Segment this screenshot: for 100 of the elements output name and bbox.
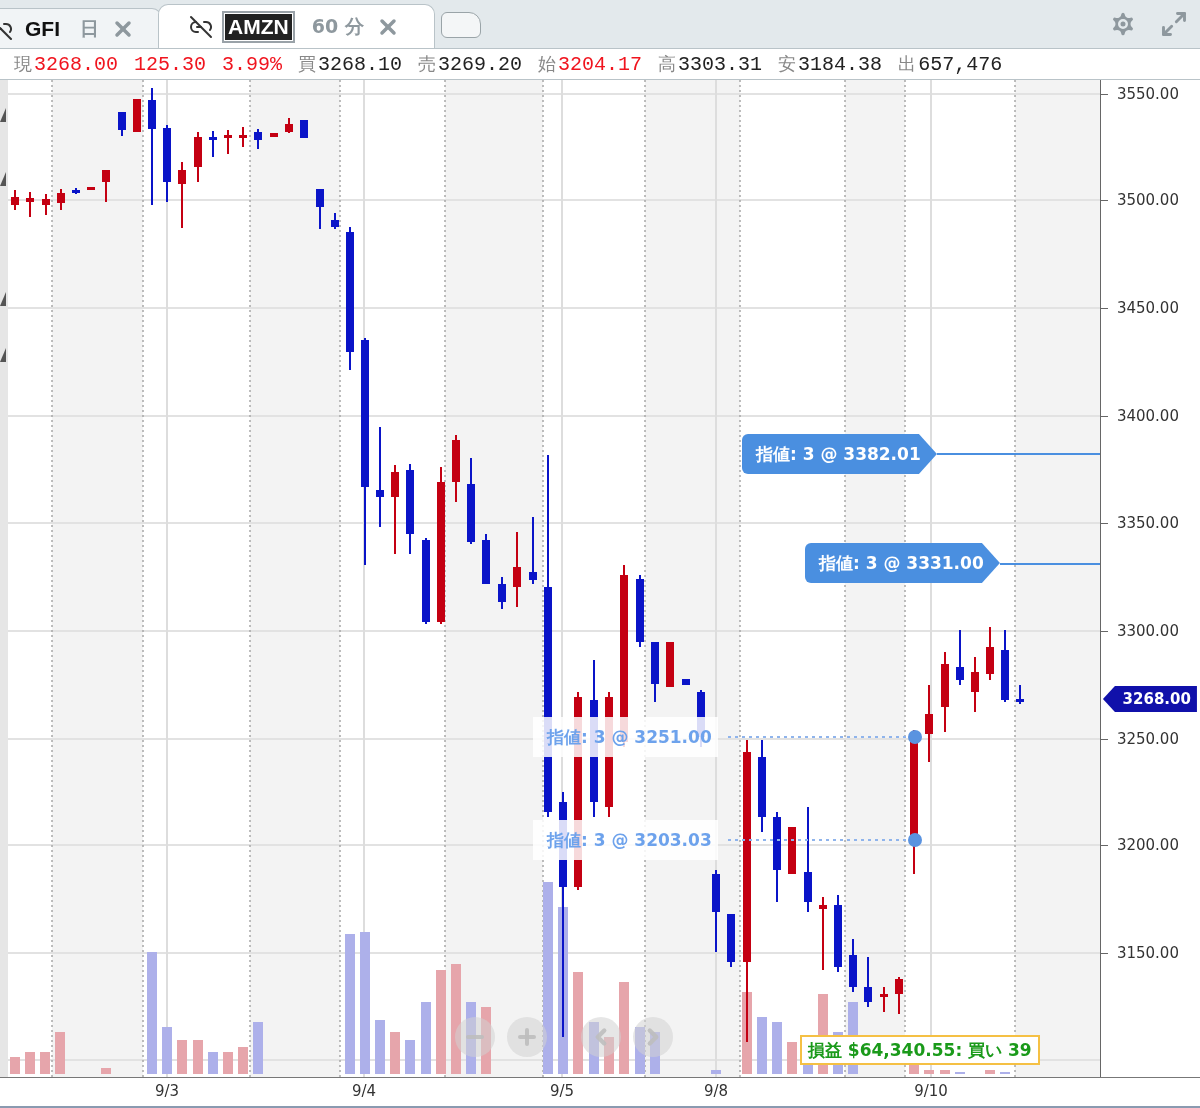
edge-marker-icon [0, 348, 6, 362]
candle [177, 161, 186, 229]
volume-bar [649, 1032, 660, 1074]
new-tab-button[interactable] [440, 12, 481, 38]
volume-bar [465, 1002, 476, 1074]
scroll-left-button[interactable] [580, 1017, 621, 1057]
scroll-right-button[interactable] [632, 1017, 673, 1057]
chart-tab[interactable]: AMZN 60 分 [158, 4, 435, 48]
volume-bar [24, 1052, 35, 1074]
volume-bar [771, 1022, 782, 1074]
candle [863, 956, 872, 1008]
volume-bar [420, 1002, 431, 1074]
candle [117, 111, 126, 137]
candle [41, 193, 50, 216]
unlink-icon[interactable] [189, 14, 213, 39]
candle [193, 131, 202, 183]
quote-label: 安 [778, 53, 797, 74]
candle [253, 128, 262, 150]
price-tick-label: 3200.00 [1116, 836, 1179, 854]
expand-icon[interactable] [1160, 10, 1188, 38]
candle [86, 186, 95, 190]
volume-bar [374, 1020, 385, 1074]
profit-loss-label: 損益 $64,340.55: 買い 39 [799, 1035, 1040, 1065]
volume-bar [237, 1047, 248, 1074]
order-handle[interactable] [907, 833, 922, 847]
volume-bar [192, 1040, 203, 1074]
price-tick-label: 3150.00 [1116, 944, 1179, 962]
candle [223, 129, 232, 155]
current-price-tag: 3268.00 [1102, 686, 1197, 712]
volume-bar [710, 1070, 721, 1074]
quote-label: 始 [538, 53, 557, 74]
quote-value: 3.99% [222, 52, 283, 76]
price-tick-label: 3550.00 [1116, 85, 1179, 103]
volume-bar [984, 1070, 995, 1074]
volume-bar [404, 1040, 415, 1074]
candle [284, 117, 293, 134]
quote-value: 3184.38 [798, 53, 883, 76]
volume-bar [786, 1042, 797, 1074]
price-tick-label: 3450.00 [1116, 299, 1179, 317]
quote-label: 高 [658, 53, 677, 74]
volume-bar [222, 1052, 233, 1074]
candle [650, 641, 659, 703]
date-label: 9/8 [703, 1082, 729, 1100]
volume-bar [588, 1022, 599, 1074]
candle [101, 169, 110, 203]
volume-bar [100, 1068, 111, 1074]
quote-value: 657,476 [918, 53, 1003, 76]
candle [451, 434, 460, 503]
order-handle[interactable] [907, 730, 922, 744]
price-tick-label: 3350.00 [1116, 514, 1179, 532]
zoom-out-button[interactable] [454, 1017, 495, 1057]
candle [25, 191, 34, 218]
volume-bar [9, 1057, 20, 1074]
order-label[interactable]: 指値: 3 @ 3382.01 [741, 434, 937, 474]
price-tick-label: 3250.00 [1116, 730, 1179, 748]
quote-label: 買 [298, 53, 317, 74]
candle [132, 98, 141, 133]
zoom-in-button[interactable] [506, 1017, 547, 1057]
candle [879, 986, 888, 1013]
order-label[interactable]: 指値: 3 @ 3251.00 [532, 717, 718, 757]
candle [238, 126, 247, 148]
candle [1015, 684, 1024, 705]
volume-bar [923, 1070, 934, 1074]
quote-label: 現 [14, 53, 32, 74]
candle [208, 130, 217, 158]
interval-label: 日 [80, 15, 99, 41]
date-label: 9/3 [154, 1082, 180, 1100]
volume-bar [39, 1052, 50, 1074]
interval-label: 60 分 [311, 13, 364, 39]
candle [71, 187, 80, 195]
quote-value: 3268.00 [34, 53, 118, 76]
candle [497, 576, 506, 610]
volume-bar [389, 1032, 400, 1074]
candle [726, 913, 735, 968]
date-label: 9/5 [549, 1082, 575, 1100]
volume-bar [603, 1037, 614, 1074]
candle [10, 189, 19, 211]
volume-bar [176, 1040, 187, 1074]
quote-label: 出 [898, 53, 917, 74]
volume-bar [252, 1022, 263, 1074]
quote-label: 売 [418, 53, 437, 74]
date-label: 9/4 [351, 1082, 377, 1100]
candle [970, 656, 979, 713]
volume-bar [939, 1070, 950, 1074]
quote-value: 3204.17 [558, 53, 643, 76]
candle [787, 826, 796, 874]
order-label[interactable]: 指値: 3 @ 3331.00 [804, 543, 1000, 583]
candle [315, 188, 324, 230]
date-label: 9/10 [914, 1082, 948, 1100]
quote-value: 125.30 [134, 52, 207, 76]
quote-value: 3269.20 [438, 53, 523, 76]
candle [528, 516, 537, 585]
price-tick-label: 3500.00 [1116, 191, 1179, 209]
volume-bar [634, 1027, 645, 1074]
price-tick-label: 3300.00 [1116, 622, 1179, 640]
candle [56, 188, 65, 211]
quote-value: 3268.10 [318, 53, 403, 76]
candle [681, 678, 690, 686]
edge-marker-icon [0, 108, 6, 122]
order-label[interactable]: 指値: 3 @ 3203.03 [532, 820, 718, 860]
